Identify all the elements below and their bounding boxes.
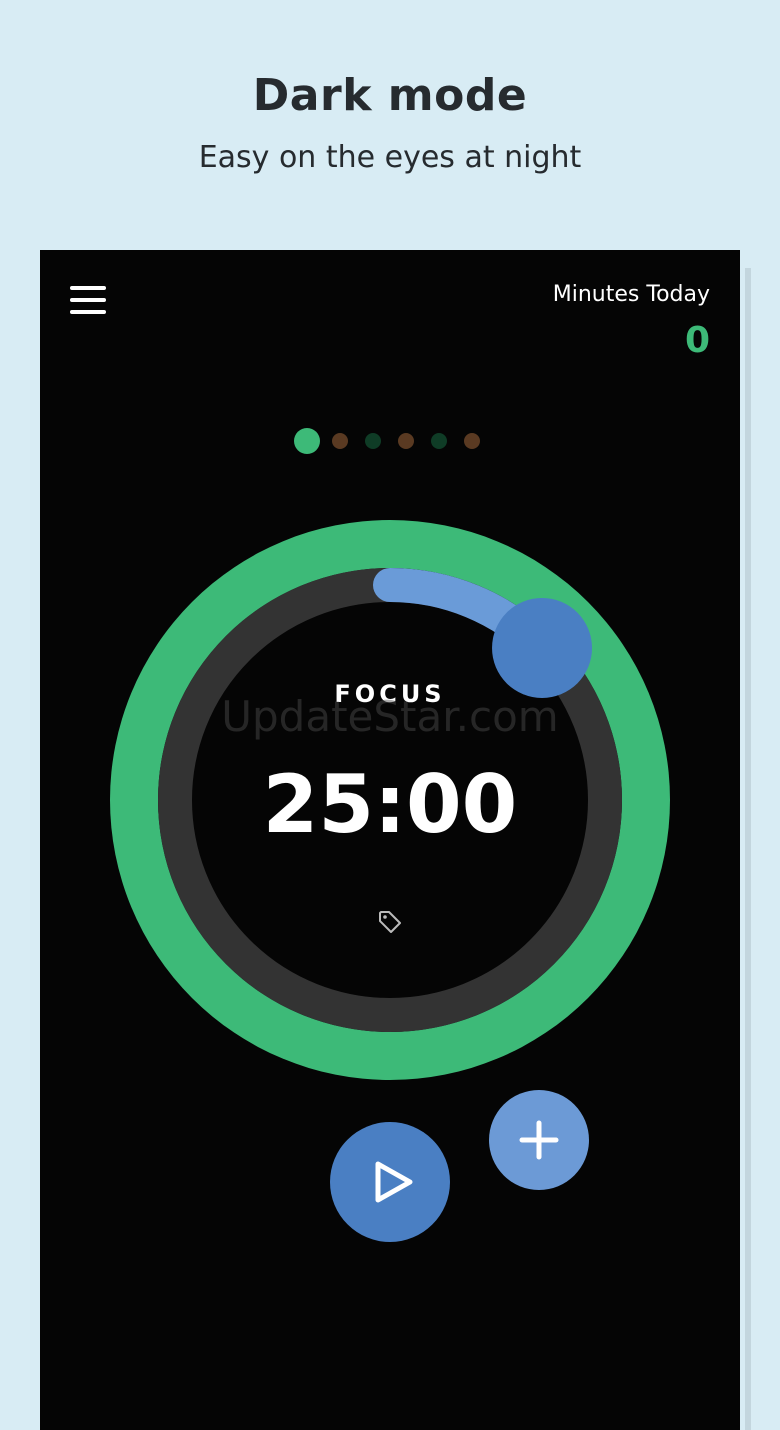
session-dot — [294, 428, 320, 454]
session-dot — [431, 433, 447, 449]
timer-display: 25:00 — [262, 758, 518, 851]
tag-icon[interactable] — [376, 908, 404, 936]
minutes-today-value: 0 — [684, 320, 710, 361]
minutes-today-label: Minutes Today — [552, 282, 710, 307]
phone-screen: Minutes Today 0 FOCUS 25:00 UpdateStar.c… — [40, 250, 740, 1430]
promo-title: Dark mode — [252, 70, 528, 121]
session-dot — [398, 433, 414, 449]
play-icon — [375, 1161, 413, 1203]
session-dot — [464, 433, 480, 449]
menu-button[interactable] — [62, 280, 114, 320]
session-dot — [365, 433, 381, 449]
session-indicator — [40, 426, 740, 456]
play-button[interactable] — [330, 1122, 450, 1242]
add-time-button[interactable] — [489, 1090, 589, 1190]
promo-subtitle: Easy on the eyes at night — [198, 140, 582, 175]
plus-icon — [519, 1120, 559, 1160]
timer-mode-label: FOCUS — [334, 680, 446, 708]
phone-shadow — [745, 268, 751, 1430]
session-dot — [332, 433, 348, 449]
